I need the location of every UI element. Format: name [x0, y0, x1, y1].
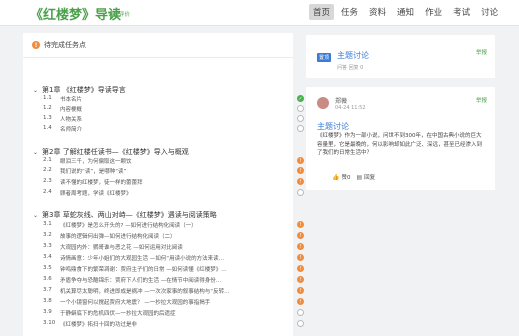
lesson-1-1[interactable]: 1.1 书本名片 ✓: [43, 95, 309, 103]
report-link[interactable]: 举报: [476, 48, 487, 56]
lesson-3-3[interactable]: 3.3 大观园内外：鹦哥谁与恶之花 —如何运用对比阅读 !: [43, 243, 309, 251]
lesson-3-8[interactable]: 3.8 一个小镜窗何以搅起贾府大地震？ —一抄拉大观园的事指揭手 !: [43, 298, 309, 306]
chapter-2[interactable]: ⌄ 第2章 了解红楼任读书—《红楼梦》导入与概观: [33, 147, 189, 157]
pending-icon: !: [297, 287, 304, 294]
lesson-1-3[interactable]: 1.3 人物关系: [43, 115, 309, 123]
caret-icon: ⌄: [33, 148, 39, 156]
chapter-3[interactable]: ⌄ 第3章 草蛇灰线、两山对峙—《红楼梦》遇读与阅读策略: [33, 210, 217, 220]
caret-icon: ⌄: [33, 86, 39, 94]
pending-icon: !: [297, 157, 304, 164]
lesson-3-4[interactable]: 3.4 诗情画意：少年小姐们的大观园生活 —如何“用读小说的方法来读… !: [43, 254, 309, 262]
pending-icon: !: [297, 265, 304, 272]
nav-materials[interactable]: 资料: [365, 4, 390, 20]
pending-icon: !: [297, 254, 304, 261]
top-header: 《红楼梦》导读 课程评价 首页 任务 资料 通知 作业 考试 讨论: [0, 0, 519, 26]
nav-tasks[interactable]: 任务: [337, 4, 362, 20]
report-link[interactable]: 举报: [476, 96, 487, 104]
done-check-icon: ✓: [297, 95, 304, 102]
thumbs-up-icon: 👍: [332, 174, 340, 181]
nav-discussion[interactable]: 讨论: [477, 4, 502, 20]
chapter-title: 第3章 草蛇灰线、两山对峙—《红楼梦》遇读与阅读策略: [42, 211, 217, 219]
chapter-1[interactable]: ⌄ 第1章 《红楼梦》导读导言: [33, 85, 126, 95]
lesson-2-4[interactable]: 2.4 顾者周考题，学读《红楼梦》: [43, 189, 309, 197]
pending-icon: !: [297, 178, 304, 185]
post-title[interactable]: 主题讨论: [317, 121, 349, 132]
nav-home[interactable]: 首页: [309, 4, 335, 20]
lesson-3-10[interactable]: 3.10 《红楼梦》拓扫十回的功过是非: [43, 320, 309, 328]
topic-card[interactable]: 置顶 主题讨论 问答 回复 0 举报: [306, 35, 495, 78]
avatar: [317, 97, 329, 109]
topic-meta: 问答 回复 0: [337, 65, 364, 71]
empty-circle-icon: [297, 125, 304, 132]
alert-icon: !: [32, 41, 40, 49]
pending-icon: !: [297, 243, 304, 250]
lesson-2-3[interactable]: 2.3 读不懂的红楼梦，徒一样的蕾蕾拜 !: [43, 178, 309, 186]
nav-homework[interactable]: 作业: [421, 4, 446, 20]
reply-button[interactable]: ▤ 回复: [356, 173, 375, 181]
empty-circle-icon: [297, 309, 304, 316]
lesson-2-2[interactable]: 2.2 我们说的“读”，是哪种“读” !: [43, 167, 309, 175]
pending-icon: !: [297, 232, 304, 239]
like-button[interactable]: 👍 赞0: [332, 173, 350, 181]
main-nav: 首页 任务 资料 通知 作业 考试 讨论: [309, 4, 505, 20]
empty-circle-icon: [297, 115, 304, 122]
nav-notices[interactable]: 通知: [393, 4, 418, 20]
course-evaluation-link[interactable]: 课程评价: [108, 10, 130, 18]
pending-icon: !: [297, 167, 304, 174]
lesson-2-1[interactable]: 2.1 眼泪三千，为何偏取这一颗饮 !: [43, 157, 309, 165]
pinned-badge: 置顶: [317, 53, 332, 62]
pending-icon: !: [297, 276, 304, 283]
lesson-3-9[interactable]: 3.9 于静僻底下的危机四伏—一抄拉大观园的后遗症: [43, 309, 309, 317]
post-body: 《红楼梦》作为一部小说，问世不到300年，在中国古典小说的巨大容量里，它是最晚的…: [317, 133, 483, 156]
task-list-panel: ! 待完成任务点 ⌄ 第1章 《红楼梦》导读导言 1.1 书本名片 ✓ 1.2 …: [23, 33, 304, 336]
lesson-1-2[interactable]: 1.2 内容梗概: [43, 105, 309, 113]
post-time: 04-24 11:52: [335, 105, 366, 111]
nav-exams[interactable]: 考试: [449, 4, 474, 20]
lesson-3-7[interactable]: 3.7 机关算尽太聪明，终进即成是祸冲 —一次次家事的叙事结构与“反转… !: [43, 287, 309, 295]
chapter-title: 第1章 《红楼梦》导读导言: [42, 86, 126, 94]
lesson-3-2[interactable]: 3.2 故事的逻辑何出弹—如何进行结构化阅读（二） !: [43, 232, 309, 240]
lesson-3-5[interactable]: 3.5 钟鸣鼎食下的繁荣凋谢：贾府主子们的日常 —如何读懂《红楼梦》… !: [43, 265, 309, 273]
lesson-3-1[interactable]: 3.1 《红楼梦》是怎么开头的? —如何进行结构化阅读（一） !: [43, 221, 309, 229]
post-actions: 👍 赞0 ▤ 回复: [332, 173, 375, 181]
empty-circle-icon: [297, 320, 304, 327]
chapter-title: 第2章 了解红楼任读书—《红楼梦》导入与概观: [42, 148, 189, 156]
lesson-1-4[interactable]: 1.4 名师简介: [43, 125, 309, 133]
author-name: 郑薇: [335, 98, 348, 105]
task-panel-header: ! 待完成任务点: [23, 33, 293, 58]
discussion-post-card: 郑薇 04-24 11:52 举报 主题讨论 《红楼梦》作为一部小说，问世不到3…: [306, 87, 495, 190]
topic-title[interactable]: 主题讨论: [337, 50, 369, 61]
lesson-3-6[interactable]: 3.6 矛盾争夺与恐酷锦乐：贾府下人们的生活 —在情节中阅读得身份… !: [43, 276, 309, 284]
caret-icon: ⌄: [33, 211, 39, 219]
empty-circle-icon: [297, 105, 304, 112]
empty-circle-icon: [297, 189, 304, 196]
pending-icon: !: [297, 298, 304, 305]
reply-icon: ▤: [356, 174, 363, 181]
pending-icon: !: [297, 221, 304, 228]
task-panel-title: 待完成任务点: [44, 41, 86, 49]
